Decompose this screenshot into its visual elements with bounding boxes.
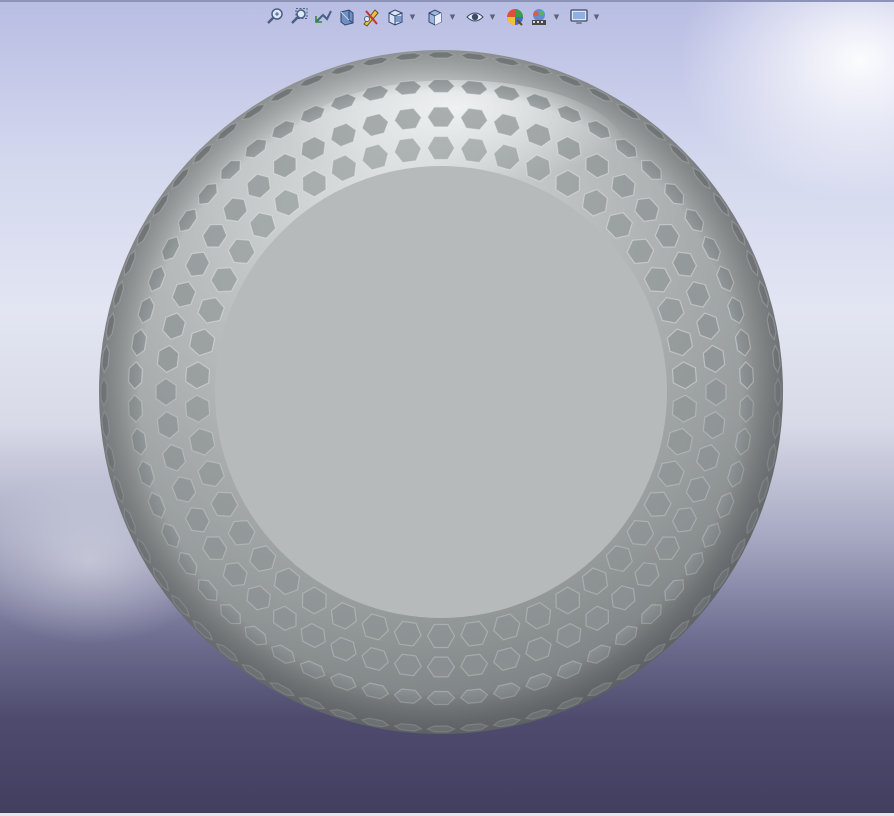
hide-show-items-icon [466,12,484,22]
zoom-to-fit-icon [267,8,283,24]
zoom-to-area-button[interactable] [288,6,310,28]
view-settings-icon [570,9,588,24]
model-3d-view[interactable] [0,0,894,816]
display-style-button[interactable] [424,6,446,28]
apply-scene-button[interactable] [528,6,550,28]
hide-show-items-button[interactable] [464,6,486,28]
view-orientation-dropdown[interactable]: ▼ [408,6,417,28]
view-orientation-icon [388,9,403,26]
graphics-viewport[interactable]: ▼ ▼ ▼ ▼ ▼ [0,0,894,816]
previous-view-button[interactable] [312,6,334,28]
edit-appearance-icon [507,9,523,26]
display-style-icon [428,9,442,26]
zoom-to-fit-button[interactable] [264,6,286,28]
view-settings-button[interactable] [568,6,590,28]
view-settings-dropdown[interactable]: ▼ [592,6,601,28]
section-view-icon [340,9,354,26]
zoom-to-area-icon [291,8,308,24]
hide-show-items-dropdown[interactable]: ▼ [488,6,497,28]
sphere-opening [215,166,667,618]
heads-up-view-toolbar: ▼ ▼ ▼ ▼ ▼ [264,4,601,30]
edit-appearance-button[interactable] [504,6,526,28]
display-style-dropdown[interactable]: ▼ [448,6,457,28]
dynamic-annotation-views-icon [363,9,379,27]
apply-scene-icon [532,9,546,25]
previous-view-icon [315,10,332,23]
section-view-button[interactable] [336,6,358,28]
apply-scene-dropdown[interactable]: ▼ [552,6,561,28]
dynamic-annotation-views-button[interactable] [360,6,382,28]
view-orientation-button[interactable] [384,6,406,28]
